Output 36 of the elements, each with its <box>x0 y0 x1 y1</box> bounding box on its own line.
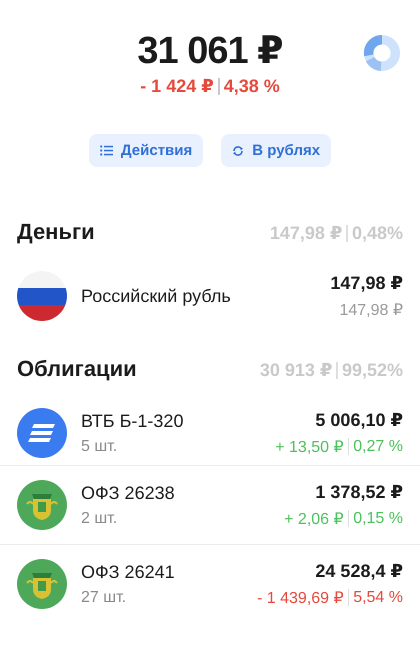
asset-change: + 2,06 ₽ <box>284 510 344 528</box>
section-title: Облигации <box>17 356 137 382</box>
refresh-icon <box>232 144 244 156</box>
asset-value: 147,98 ₽ <box>330 272 403 294</box>
section-title: Деньги <box>17 219 95 245</box>
asset-row[interactable]: ОФЗ 26241 27 шт. 24 528,4 ₽ - 1 439,69 ₽ 5,54 % <box>0 544 420 623</box>
asset-row[interactable]: Российский рубль 147,98 ₽ 147,98 ₽ <box>17 264 403 328</box>
donut-chart-icon[interactable] <box>363 34 401 72</box>
asset-row[interactable]: ОФЗ 26238 2 шт. 1 378,52 ₽ + 2,06 ₽ 0,15 % <box>0 465 420 544</box>
emblem-icon <box>17 480 67 530</box>
stripes-logo-icon <box>17 408 67 458</box>
asset-value: 5 006,10 ₽ <box>315 410 403 430</box>
asset-change: - 1 439,69 ₽ <box>257 588 344 608</box>
change-percent: 4,38 % <box>224 76 280 97</box>
action-button[interactable]: Действия <box>88 134 204 167</box>
asset-value: 1 378,52 ₽ <box>315 482 403 502</box>
asset-quantity: 27 шт. <box>81 588 128 606</box>
list-icon <box>100 145 113 156</box>
asset-quantity: 2 шт. <box>81 510 118 528</box>
flag-icon <box>17 271 67 321</box>
asset-subvalue: 147,98 ₽ <box>339 300 403 320</box>
asset-name: Российский рубль <box>81 286 232 306</box>
asset-row[interactable]: ВТБ Б-1-320 5 шт. 5 006,10 ₽ + 13,50 ₽ 0,27 % <box>17 401 403 465</box>
emblem-icon <box>17 559 67 609</box>
asset-change-percent: 0,27 % <box>353 438 403 456</box>
asset-name: ОФЗ 26238 <box>81 482 176 504</box>
asset-change: + 13,50 ₽ <box>275 438 344 456</box>
change-amount: - 1 424 ₽ <box>140 76 214 97</box>
portfolio-total: 31 061 ₽ <box>137 29 283 74</box>
asset-name: ВТБ Б-1-320 <box>81 410 184 432</box>
asset-change-percent: 5,54 % <box>353 588 403 606</box>
asset-change-percent: 0,15 % <box>353 510 403 528</box>
asset-name: ОФЗ 26241 <box>81 562 176 582</box>
asset-quantity: 5 шт. <box>81 438 118 456</box>
action-button[interactable]: В рублях <box>221 134 332 167</box>
asset-value: 24 528,4 ₽ <box>315 560 403 582</box>
